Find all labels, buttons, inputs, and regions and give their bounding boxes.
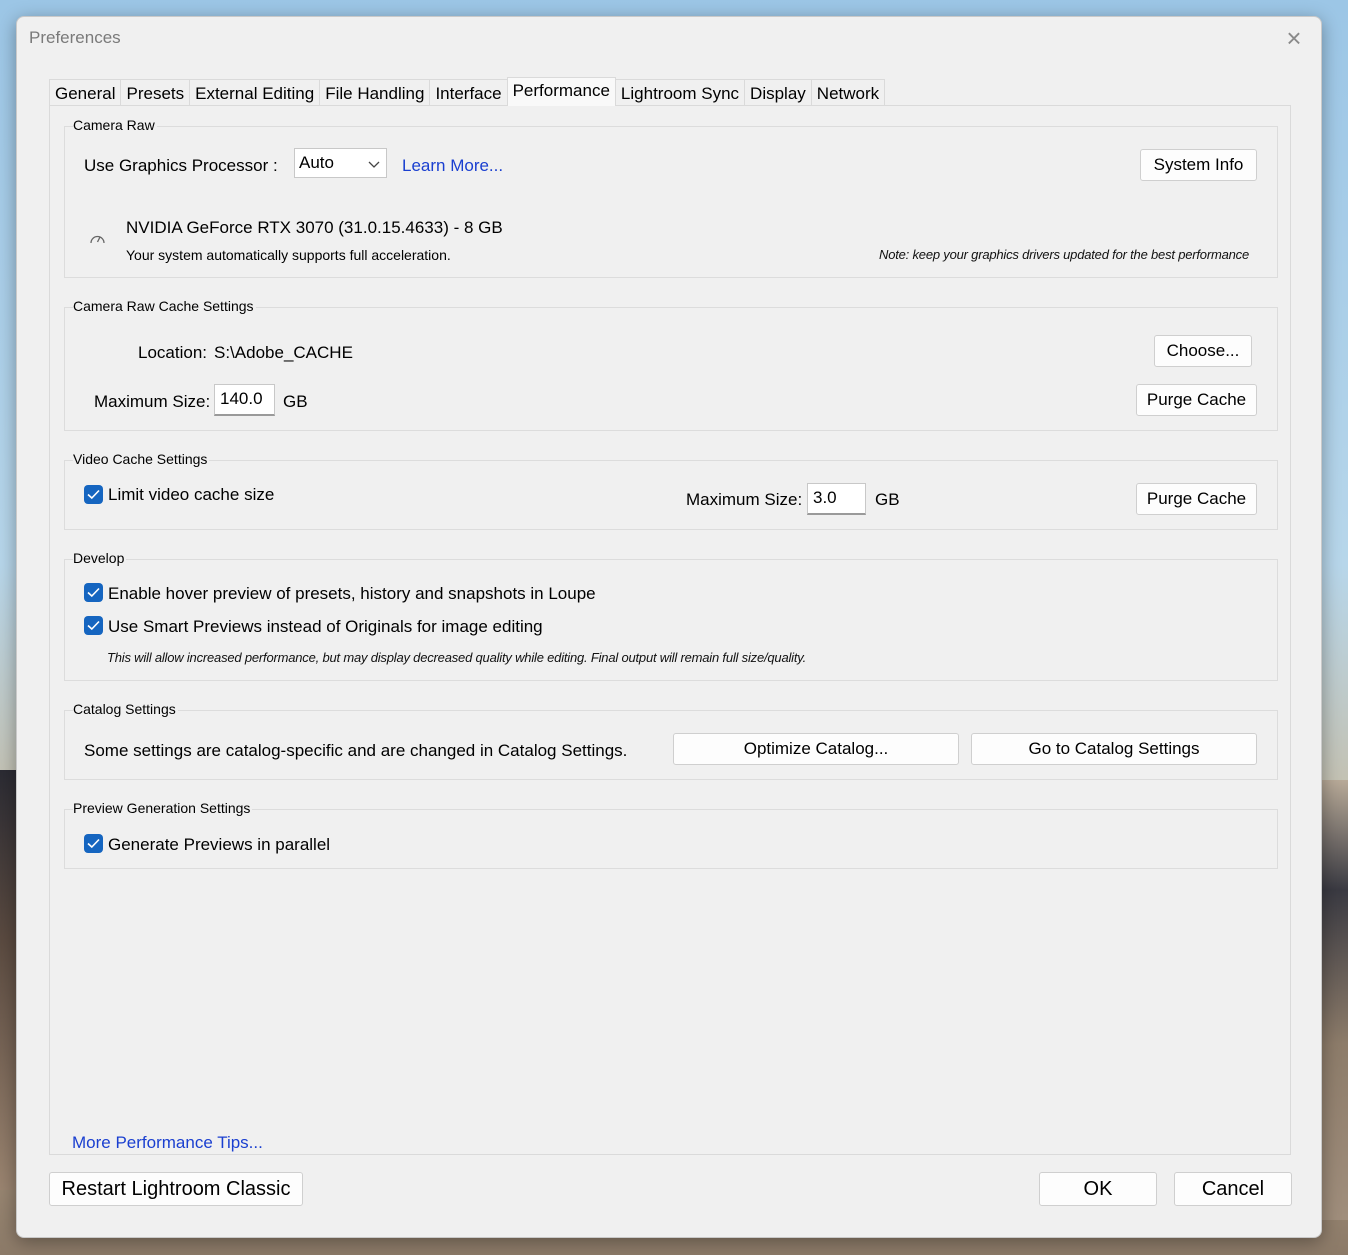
optimize-catalog-button[interactable]: Optimize Catalog... [673,733,959,765]
driver-note: Note: keep your graphics drivers updated… [879,247,1249,262]
title-bar: Preferences × [17,17,1321,61]
cancel-button[interactable]: Cancel [1174,1172,1292,1206]
video-purge-cache-button[interactable]: Purge Cache [1136,483,1257,515]
tab-display[interactable]: Display [744,79,812,106]
chevron-down-icon [368,155,380,175]
desktop-background-right [1320,780,1348,1220]
preferences-dialog: Preferences × General Presets External E… [16,16,1322,1238]
tab-bar: General Presets External Editing File Ha… [49,77,886,106]
tab-lightroom-sync[interactable]: Lightroom Sync [614,79,746,106]
catalog-info-text: Some settings are catalog-specific and a… [84,741,628,760]
tab-file-handling[interactable]: File Handling [319,79,431,106]
generate-parallel-label: Generate Previews in parallel [108,835,331,854]
learn-more-link[interactable]: Learn More... [402,156,503,176]
video-cache-group: Video Cache Settings Limit video cache s… [64,451,1278,530]
group-title: Camera Raw Cache Settings [73,298,256,314]
ok-button[interactable]: OK [1039,1172,1157,1206]
location-value: S:\Adobe_CACHE [214,343,353,362]
gpu-name: NVIDIA GeForce RTX 3070 (31.0.15.4633) -… [126,218,503,237]
gpu-status: Your system automatically supports full … [126,247,451,263]
gpu-label: Use Graphics Processor : [84,156,278,175]
smart-previews-label: Use Smart Previews instead of Originals … [108,617,543,636]
max-size-label: Maximum Size: [94,392,211,411]
tab-interface[interactable]: Interface [429,79,508,106]
group-title: Catalog Settings [73,701,178,717]
desktop-background-left [0,770,16,1190]
catalog-settings-group: Catalog Settings Some settings are catal… [64,701,1278,780]
develop-group: Develop Enable hover preview of presets,… [64,550,1278,681]
max-size-input[interactable]: 140.0 [214,384,275,416]
group-title: Preview Generation Settings [73,800,253,816]
purge-cache-button[interactable]: Purge Cache [1136,384,1257,416]
tab-general[interactable]: General [49,79,122,106]
close-icon[interactable]: × [1281,25,1307,51]
generate-parallel-checkbox[interactable] [84,834,103,853]
hover-preview-label: Enable hover preview of presets, history… [108,584,596,603]
camera-raw-cache-group: Camera Raw Cache Settings Location: S:\A… [64,298,1278,431]
tab-network[interactable]: Network [810,79,886,106]
camera-raw-group: Camera Raw Use Graphics Processor : Auto… [64,117,1278,278]
group-title: Camera Raw [73,117,157,133]
system-info-button[interactable]: System Info [1140,149,1257,181]
choose-button[interactable]: Choose... [1154,335,1252,367]
tab-performance[interactable]: Performance [506,77,616,106]
limit-video-cache-checkbox[interactable] [84,485,103,504]
gpu-select-value: Auto [299,153,334,172]
performance-panel: Camera Raw Use Graphics Processor : Auto… [49,105,1291,1155]
tab-external-editing[interactable]: External Editing [189,79,321,106]
gauge-icon [89,231,106,250]
limit-video-cache-label: Limit video cache size [108,485,275,504]
smart-previews-checkbox[interactable] [84,616,103,635]
restart-lightroom-button[interactable]: Restart Lightroom Classic [49,1172,303,1206]
more-performance-tips-link[interactable]: More Performance Tips... [72,1133,263,1153]
smart-previews-note: This will allow increased performance, b… [107,650,807,665]
gpu-select[interactable]: Auto [294,148,387,178]
group-title: Develop [73,550,127,566]
tab-presets[interactable]: Presets [120,79,191,106]
location-label: Location: [138,343,207,362]
video-max-size-label: Maximum Size: [686,490,803,509]
go-to-catalog-settings-button[interactable]: Go to Catalog Settings [971,733,1257,765]
unit-label: GB [283,392,308,411]
window-title: Preferences [29,28,121,47]
preview-generation-group: Preview Generation Settings Generate Pre… [64,800,1278,869]
hover-preview-checkbox[interactable] [84,583,103,602]
video-unit-label: GB [875,490,900,509]
video-max-size-input[interactable]: 3.0 [807,483,866,515]
group-title: Video Cache Settings [73,451,210,467]
